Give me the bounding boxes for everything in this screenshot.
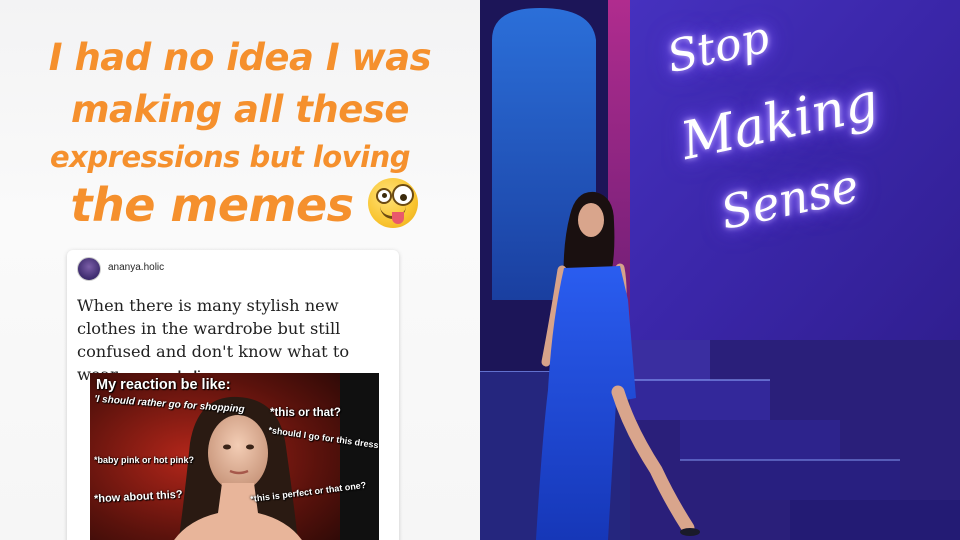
post-caption-text: When there is many stylish new clothes i… bbox=[77, 296, 350, 384]
meme-caption: *this or that? bbox=[270, 407, 341, 419]
avatar[interactable] bbox=[77, 257, 101, 281]
shared-post-card[interactable]: ananya.holic When there is many stylish … bbox=[67, 250, 399, 540]
meme-caption: *baby pink or hot pink? bbox=[94, 455, 195, 465]
stage-scene bbox=[480, 0, 960, 540]
stage-photo: Stop Making Sense bbox=[480, 0, 960, 540]
post-username[interactable]: ananya.holic bbox=[108, 262, 164, 273]
headline-line-3: expressions but loving bbox=[50, 140, 410, 174]
zany-face-emoji-icon bbox=[368, 178, 418, 228]
headline-line-1: I had no idea I was bbox=[48, 36, 432, 79]
meme-image: My reaction be like: 'I should rather go… bbox=[90, 373, 379, 540]
meme-title: My reaction be like: bbox=[96, 377, 231, 393]
story-panel: I had no idea I was making all these exp… bbox=[0, 0, 480, 540]
headline-line-2: making all these bbox=[71, 88, 409, 131]
